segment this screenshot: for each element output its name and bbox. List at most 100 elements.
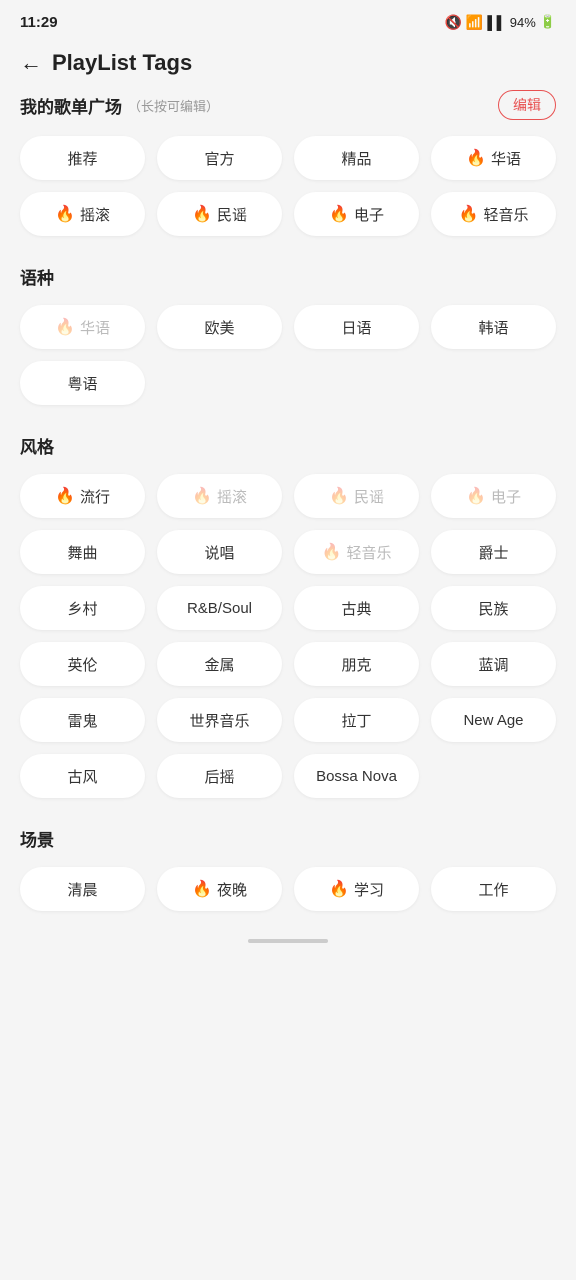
tag-pill[interactable]: 说唱	[157, 530, 282, 574]
fire-icon: 🔥	[329, 486, 349, 506]
tag-pill[interactable]: 🔥学习	[294, 867, 419, 911]
main-content: 我的歌单广场 （长按可编辑） 编辑 推荐官方精品🔥华语🔥摇滚🔥民谣🔥电子🔥轻音乐…	[0, 90, 576, 911]
tag-pill[interactable]: 朋克	[294, 642, 419, 686]
tag-pill[interactable]: 舞曲	[20, 530, 145, 574]
tag-label: 日语	[341, 317, 371, 338]
tag-label: 爵士	[478, 542, 508, 563]
language-tags: 🔥华语 欧美 日语 韩语粤语	[20, 305, 556, 405]
tag-label: 舞曲	[67, 542, 97, 563]
edit-button[interactable]: 编辑	[498, 90, 556, 120]
tag-label: 摇滚	[217, 486, 247, 507]
tag-pill[interactable]: 古风	[20, 754, 145, 798]
tag-pill[interactable]: 🔥华语	[20, 305, 145, 349]
language-section: 语种 🔥华语欧美日语韩语粤语	[20, 264, 556, 405]
tag-label: 后摇	[204, 766, 234, 787]
tag-pill[interactable]: 🔥轻音乐	[294, 530, 419, 574]
style-title: 风格	[20, 433, 556, 458]
scroll-indicator	[248, 939, 328, 943]
fire-icon: 🔥	[55, 486, 75, 506]
tag-pill[interactable]: 🔥电子	[431, 474, 556, 518]
status-time: 11:29	[20, 14, 58, 31]
tag-label: 民谣	[217, 204, 247, 225]
tag-label: 华语	[491, 148, 521, 169]
tag-pill[interactable]: New Age	[431, 698, 556, 742]
tag-pill[interactable]: 后摇	[157, 754, 282, 798]
tag-label: 朋克	[341, 654, 371, 675]
mute-icon: 🔇	[444, 14, 461, 31]
tag-label: 电子	[354, 204, 384, 225]
tag-label: 清晨	[67, 879, 97, 900]
my-playlist-title: 我的歌单广场	[20, 93, 122, 118]
tag-pill[interactable]: 🔥摇滚	[157, 474, 282, 518]
tag-pill[interactable]: 🔥夜晚	[157, 867, 282, 911]
tag-label: 说唱	[204, 542, 234, 563]
battery-icon: 🔋	[540, 14, 556, 30]
tag-pill[interactable]: 官方	[157, 136, 282, 180]
tag-label: 轻音乐	[483, 204, 528, 225]
fire-icon: 🔥	[192, 879, 212, 899]
tag-label: 粤语	[67, 373, 97, 394]
page-title: PlayList Tags	[52, 50, 192, 76]
tag-label: 古风	[67, 766, 97, 787]
tag-pill[interactable]: 蓝调	[431, 642, 556, 686]
back-button[interactable]: ←	[20, 50, 42, 76]
tag-pill[interactable]: 精品	[294, 136, 419, 180]
tag-pill[interactable]: 🔥民谣	[294, 474, 419, 518]
tag-label: 华语	[80, 317, 110, 338]
tag-pill[interactable]: 英伦	[20, 642, 145, 686]
tag-label: 电子	[491, 486, 521, 507]
tag-label: 官方	[204, 148, 234, 169]
tag-label: 古典	[341, 598, 371, 619]
tag-pill[interactable]: 古典	[294, 586, 419, 630]
tag-pill[interactable]: 韩语	[431, 305, 556, 349]
wifi-icon: 📶	[466, 14, 483, 31]
tag-label: 英伦	[67, 654, 97, 675]
fire-icon: 🔥	[466, 486, 486, 506]
tag-pill[interactable]: 世界音乐	[157, 698, 282, 742]
tag-pill[interactable]: 🔥轻音乐	[431, 192, 556, 236]
tag-pill[interactable]: 爵士	[431, 530, 556, 574]
tag-pill[interactable]: 🔥民谣	[157, 192, 282, 236]
tag-pill[interactable]: 🔥流行	[20, 474, 145, 518]
tag-label: 欧美	[204, 317, 234, 338]
tag-pill[interactable]: 🔥电子	[294, 192, 419, 236]
battery-label: 94%	[510, 15, 536, 30]
tag-pill[interactable]: Bossa Nova	[294, 754, 419, 798]
fire-icon: 🔥	[55, 204, 75, 224]
tag-label: 世界音乐	[189, 710, 249, 731]
tag-pill[interactable]: 欧美	[157, 305, 282, 349]
status-bar: 11:29 🔇 📶 ▌▌ 94% 🔋	[0, 0, 576, 40]
tag-pill[interactable]: 🔥华语	[431, 136, 556, 180]
signal-icon: ▌▌	[487, 15, 505, 30]
fire-icon: 🔥	[459, 204, 479, 224]
tag-pill[interactable]: 乡村	[20, 586, 145, 630]
my-playlist-subtitle: （长按可编辑）	[128, 96, 219, 115]
tag-pill[interactable]: 推荐	[20, 136, 145, 180]
tag-pill[interactable]: R&B/Soul	[157, 586, 282, 630]
tag-pill[interactable]: 日语	[294, 305, 419, 349]
tag-pill[interactable]: 雷鬼	[20, 698, 145, 742]
tag-label: 民族	[478, 598, 508, 619]
tag-label: 摇滚	[80, 204, 110, 225]
tag-pill[interactable]: 金属	[157, 642, 282, 686]
tag-label: 轻音乐	[346, 542, 391, 563]
tag-label: 夜晚	[217, 879, 247, 900]
tag-label: 推荐	[67, 148, 97, 169]
tag-pill[interactable]: 粤语	[20, 361, 145, 405]
tag-pill[interactable]: 拉丁	[294, 698, 419, 742]
tag-label: New Age	[463, 712, 523, 729]
tag-label: 工作	[478, 879, 508, 900]
tag-label: 精品	[341, 148, 371, 169]
tag-label: 拉丁	[341, 710, 371, 731]
tag-label: 学习	[354, 879, 384, 900]
tag-pill[interactable]: 工作	[431, 867, 556, 911]
tag-label: 乡村	[67, 598, 97, 619]
my-playlist-header: 我的歌单广场 （长按可编辑） 编辑	[20, 90, 556, 120]
tag-pill[interactable]: 清晨	[20, 867, 145, 911]
fire-icon: 🔥	[192, 204, 212, 224]
tag-pill[interactable]: 民族	[431, 586, 556, 630]
tag-label: 金属	[204, 654, 234, 675]
fire-icon: 🔥	[466, 148, 486, 168]
tag-pill[interactable]: 🔥摇滚	[20, 192, 145, 236]
my-playlist-section: 我的歌单广场 （长按可编辑） 编辑 推荐官方精品🔥华语🔥摇滚🔥民谣🔥电子🔥轻音乐	[20, 90, 556, 236]
